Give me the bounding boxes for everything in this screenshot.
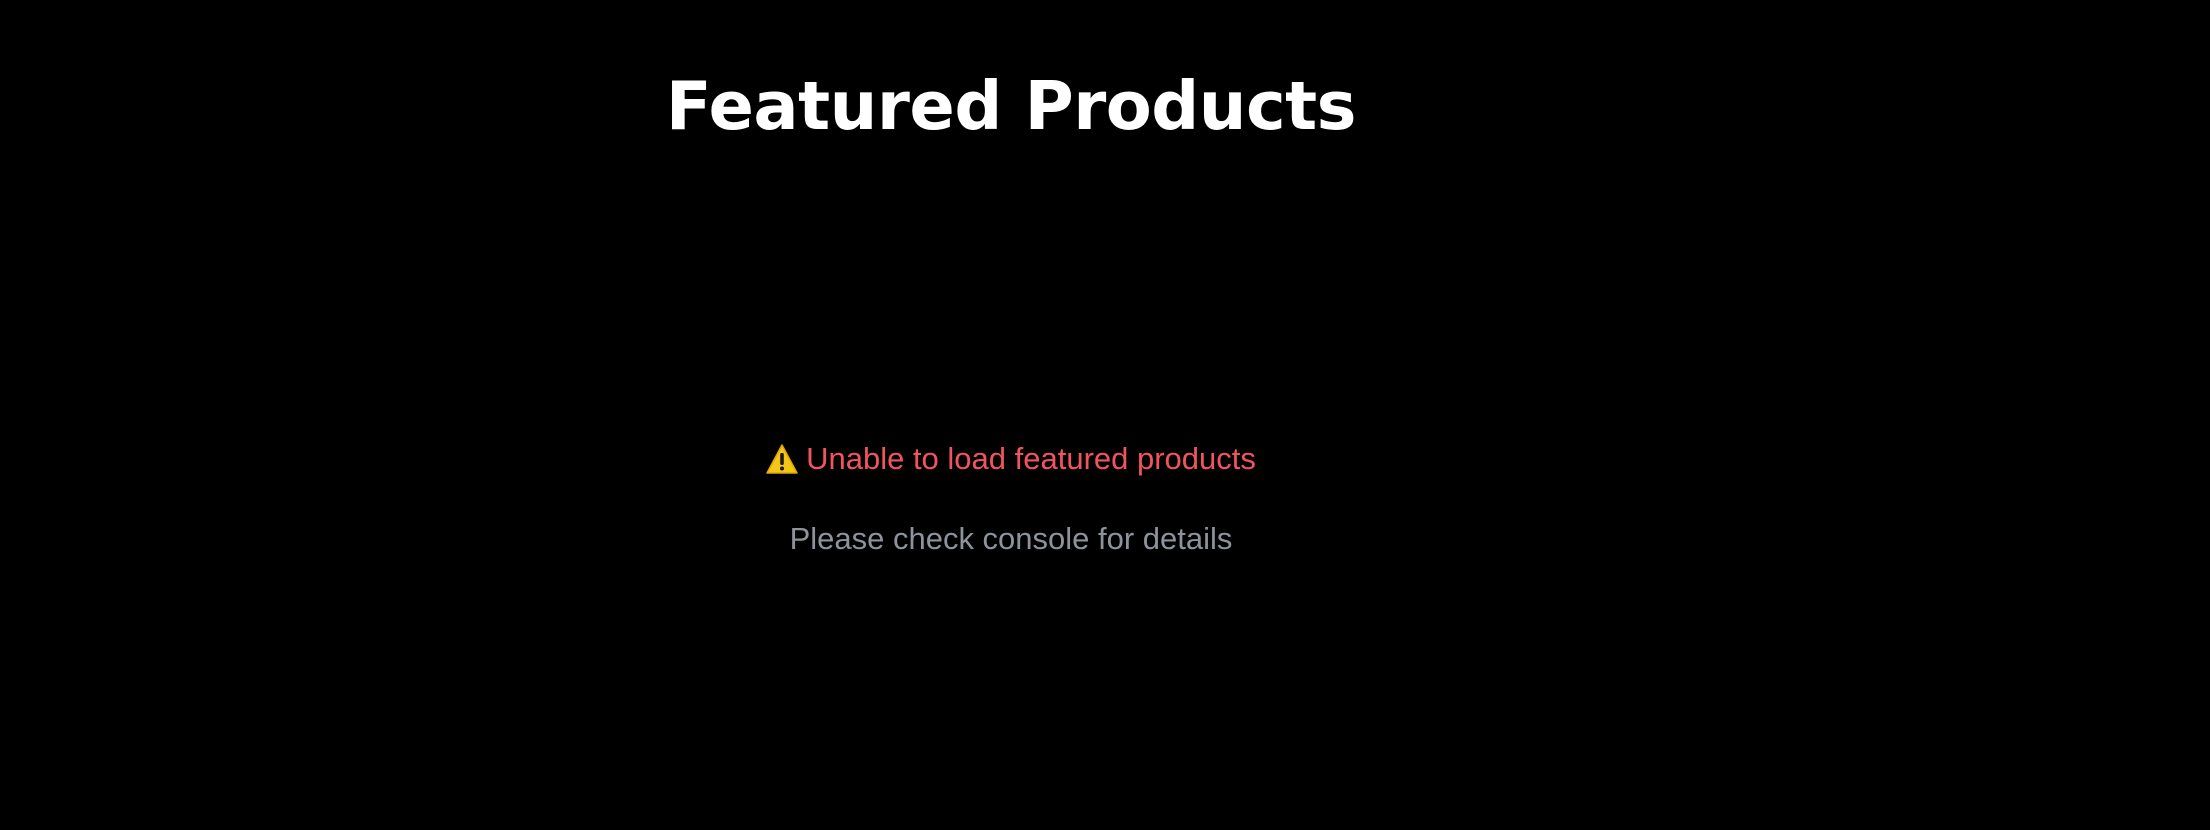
warning-icon	[766, 444, 798, 474]
error-hint: Please check console for details	[789, 521, 1233, 556]
error-message: Unable to load featured products	[806, 441, 1256, 476]
error-message-row: Unable to load featured products	[766, 435, 1256, 483]
featured-products-section: Featured Products Unable to load feature…	[0, 0, 2022, 830]
error-state: Unable to load featured products Please …	[0, 435, 2022, 563]
page: Featured Products Unable to load feature…	[0, 0, 2210, 830]
section-title: Featured Products	[665, 67, 1357, 145]
